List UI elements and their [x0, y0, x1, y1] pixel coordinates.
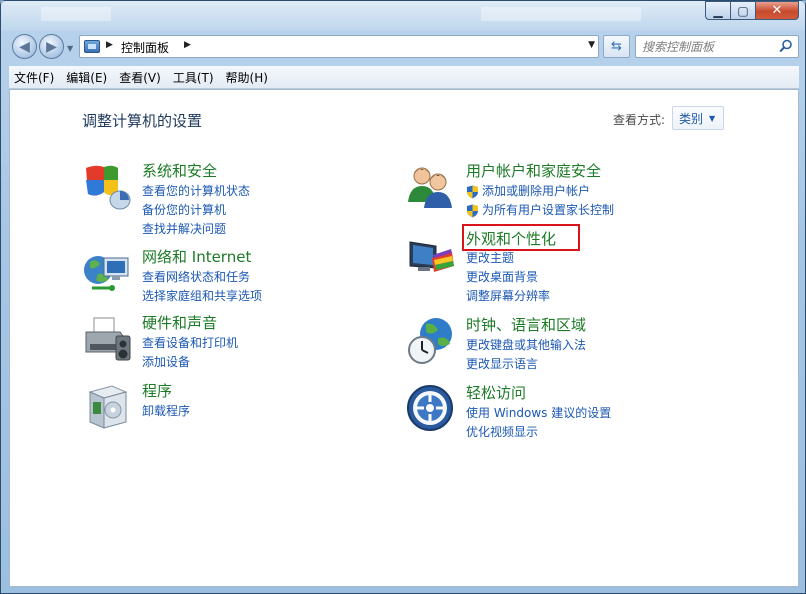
- background-ghost: [41, 7, 111, 21]
- minimize-button[interactable]: ▁: [705, 1, 731, 20]
- programs-box-icon[interactable]: [82, 382, 132, 432]
- users-icon[interactable]: [406, 162, 456, 212]
- minimize-icon: ▁: [713, 3, 723, 18]
- content-area: 调整计算机的设置 查看方式: 类别 ▼ 系统和安全 查看您的计算机状态 备份您的…: [9, 89, 799, 587]
- forward-arrow-icon: ▶: [46, 38, 57, 55]
- close-button[interactable]: ✕: [756, 1, 799, 20]
- background-ghost: [481, 7, 641, 21]
- link-add-remove-accounts[interactable]: 添加或删除用户帐户: [466, 182, 614, 201]
- category-title[interactable]: 程序: [142, 380, 172, 401]
- link-optimize-video-display[interactable]: 优化视频显示: [466, 423, 611, 442]
- category-links: 添加或删除用户帐户 为所有用户设置家长控制: [466, 182, 614, 220]
- menu-edit[interactable]: 编辑(E): [61, 69, 112, 86]
- link-change-theme[interactable]: 更改主题: [466, 249, 550, 268]
- link-parental-controls[interactable]: 为所有用户设置家长控制: [466, 201, 614, 220]
- navigation-bar: ◀ ▶ ▼ ▶ 控制面板 ▶ ▼ ⇆: [1, 32, 805, 62]
- title-bar[interactable]: ▁ ▢ ✕: [1, 1, 805, 31]
- link-homegroup-sharing[interactable]: 选择家庭组和共享选项: [142, 287, 262, 306]
- category-title[interactable]: 网络和 Internet: [142, 246, 251, 267]
- link-add-device[interactable]: 添加设备: [142, 353, 238, 372]
- link-recommended-settings[interactable]: 使用 Windows 建议的设置: [466, 404, 611, 423]
- close-icon: ✕: [771, 3, 783, 18]
- breadcrumb-control-panel[interactable]: 控制面板: [121, 39, 169, 56]
- highlight-box: [462, 224, 580, 251]
- menu-file[interactable]: 文件(F): [9, 69, 59, 86]
- refresh-button[interactable]: ⇆: [603, 35, 630, 58]
- menu-tools[interactable]: 工具(T): [168, 69, 219, 86]
- security-shield-icon[interactable]: [82, 162, 132, 212]
- category-links: 查看网络状态和任务 选择家庭组和共享选项: [142, 268, 262, 306]
- category-links: 使用 Windows 建议的设置 优化视频显示: [466, 404, 611, 442]
- printer-icon[interactable]: [82, 314, 132, 364]
- category-links: 更改主题 更改桌面背景 调整屏幕分辨率: [466, 249, 550, 306]
- link-label: 添加或删除用户帐户: [482, 184, 591, 198]
- category-title[interactable]: 轻松访问: [466, 382, 526, 403]
- breadcrumb-chevron-icon[interactable]: ▶: [106, 40, 113, 50]
- menu-bar: 文件(F) 编辑(E) 查看(V) 工具(T) 帮助(H): [9, 66, 799, 89]
- category-links: 查看设备和打印机 添加设备: [142, 334, 238, 372]
- maximize-button[interactable]: ▢: [731, 1, 756, 20]
- back-arrow-icon: ◀: [19, 38, 30, 55]
- recent-pages-dropdown[interactable]: ▼: [67, 44, 73, 53]
- category-title[interactable]: 时钟、语言和区域: [466, 314, 586, 335]
- search-input[interactable]: [642, 38, 772, 55]
- control-panel-window: ▁ ▢ ✕ ◀ ▶ ▼ ▶ 控制面板 ▶ ▼ ⇆ 文件(F) 编辑(E) 查看(…: [0, 0, 806, 594]
- uac-shield-icon: [467, 204, 478, 217]
- category-links: 卸载程序: [142, 402, 190, 421]
- category-title[interactable]: 系统和安全: [142, 160, 217, 181]
- category-title[interactable]: 硬件和声音: [142, 312, 217, 333]
- network-globe-icon[interactable]: [82, 248, 132, 298]
- link-backup-computer[interactable]: 备份您的计算机: [142, 201, 250, 220]
- search-icon[interactable]: [779, 39, 793, 53]
- address-dropdown-icon[interactable]: ▼: [588, 40, 595, 50]
- dropdown-arrow-icon: ▼: [709, 113, 716, 123]
- link-change-keyboard[interactable]: 更改键盘或其他输入法: [466, 336, 586, 355]
- menu-help[interactable]: 帮助(H): [221, 69, 273, 86]
- link-devices-printers[interactable]: 查看设备和打印机: [142, 334, 238, 353]
- link-change-display-language[interactable]: 更改显示语言: [466, 355, 586, 374]
- view-by-dropdown[interactable]: 类别 ▼: [672, 106, 724, 130]
- caption-buttons: ▁ ▢ ✕: [705, 1, 799, 20]
- address-bar[interactable]: ▶ 控制面板 ▶ ▼: [79, 35, 599, 58]
- view-by-label: 查看方式:: [613, 113, 666, 127]
- page-title: 调整计算机的设置: [82, 112, 203, 130]
- uac-shield-icon: [467, 185, 478, 198]
- refresh-icon: ⇆: [611, 39, 622, 54]
- breadcrumb-chevron-icon[interactable]: ▶: [184, 40, 191, 50]
- link-uninstall-program[interactable]: 卸载程序: [142, 402, 190, 421]
- link-view-computer-status[interactable]: 查看您的计算机状态: [142, 182, 250, 201]
- control-panel-icon: [84, 40, 100, 53]
- link-change-desktop-background[interactable]: 更改桌面背景: [466, 268, 550, 287]
- forward-button[interactable]: ▶: [39, 34, 64, 59]
- view-by-value: 类别: [679, 111, 704, 126]
- ease-of-access-icon[interactable]: [406, 384, 456, 434]
- clock-globe-icon[interactable]: [406, 316, 456, 366]
- category-links: 查看您的计算机状态 备份您的计算机 查找并解决问题: [142, 182, 250, 239]
- category-title[interactable]: 用户帐户和家庭安全: [466, 160, 601, 181]
- link-troubleshoot[interactable]: 查找并解决问题: [142, 220, 250, 239]
- menu-view[interactable]: 查看(V): [114, 69, 166, 86]
- link-adjust-resolution[interactable]: 调整屏幕分辨率: [466, 287, 550, 306]
- maximize-icon: ▢: [737, 3, 749, 18]
- search-box[interactable]: [635, 35, 799, 58]
- link-network-status[interactable]: 查看网络状态和任务: [142, 268, 262, 287]
- appearance-monitor-icon[interactable]: [406, 236, 456, 286]
- category-links: 更改键盘或其他输入法 更改显示语言: [466, 336, 586, 374]
- back-button[interactable]: ◀: [12, 34, 37, 59]
- link-label: 为所有用户设置家长控制: [482, 203, 615, 217]
